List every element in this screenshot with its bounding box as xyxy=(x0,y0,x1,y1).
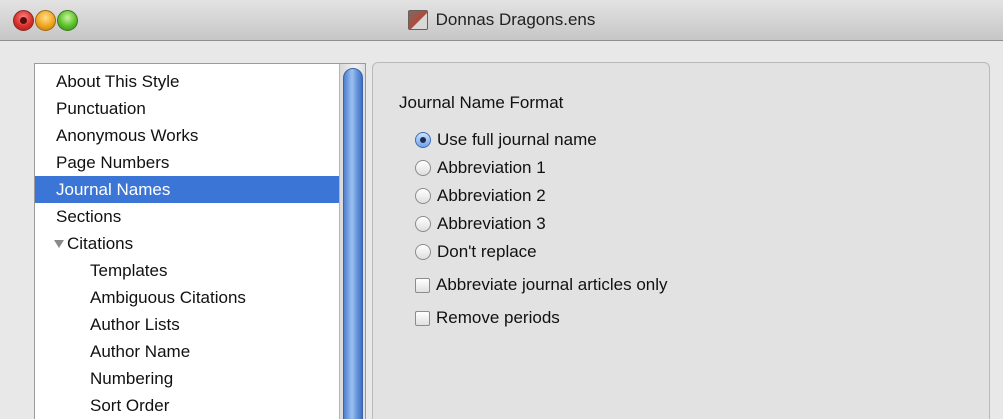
sidebar-item-anonymous-works[interactable]: Anonymous Works xyxy=(35,122,339,149)
radio-abbreviation-2[interactable]: Abbreviation 2 xyxy=(415,183,546,209)
sidebar-item-label: Ambiguous Citations xyxy=(90,288,246,307)
sidebar-item-label: Journal Names xyxy=(56,180,171,199)
disclosure-triangle-icon[interactable] xyxy=(54,239,64,248)
style-sections-list[interactable]: About This Style Punctuation Anonymous W… xyxy=(34,63,366,419)
radio-abbreviation-3[interactable]: Abbreviation 3 xyxy=(415,211,546,237)
radio-button-icon[interactable] xyxy=(415,188,431,204)
sidebar-item-label: Punctuation xyxy=(56,99,146,118)
sidebar-item-author-name[interactable]: Author Name xyxy=(35,338,339,365)
radio-label[interactable]: Abbreviation 2 xyxy=(437,186,546,206)
sidebar-item-label: Page Numbers xyxy=(56,153,170,172)
sidebar-item-label: Citations xyxy=(67,234,134,253)
sidebar-item-about-this-style[interactable]: About This Style xyxy=(35,68,339,95)
checkbox-label[interactable]: Abbreviate journal articles only xyxy=(436,275,668,295)
sidebar-scrollbar[interactable] xyxy=(339,64,365,419)
radio-button-icon[interactable] xyxy=(415,132,431,148)
journal-name-format-heading: Journal Name Format xyxy=(399,93,564,112)
document-icon xyxy=(407,10,428,30)
scrollbar-thumb[interactable] xyxy=(343,68,363,419)
checkbox-label[interactable]: Remove periods xyxy=(436,308,560,328)
radio-label[interactable]: Abbreviation 1 xyxy=(437,158,546,178)
title-bar: Donnas Dragons.ens xyxy=(0,0,1003,41)
radio-button-icon[interactable] xyxy=(415,160,431,176)
sidebar-item-page-numbers[interactable]: Page Numbers xyxy=(35,149,339,176)
radio-button-icon[interactable] xyxy=(415,244,431,260)
window-title: Donnas Dragons.ens xyxy=(435,10,596,29)
sidebar-item-ambiguous-citations[interactable]: Ambiguous Citations xyxy=(35,284,339,311)
sidebar-item-label: Sections xyxy=(56,207,122,226)
radio-label[interactable]: Abbreviation 3 xyxy=(437,214,546,234)
checkbox-icon[interactable] xyxy=(415,277,430,293)
sidebar-item-label: Author Name xyxy=(90,342,191,361)
sidebar-item-punctuation[interactable]: Punctuation xyxy=(35,95,339,122)
sidebar-item-sort-order[interactable]: Sort Order xyxy=(35,392,339,419)
journal-names-settings-panel: Journal Name Format Use full journal nam… xyxy=(372,62,990,419)
checkbox-icon[interactable] xyxy=(415,310,430,326)
radio-label[interactable]: Don't replace xyxy=(437,242,537,262)
radio-use-full-journal-name[interactable]: Use full journal name xyxy=(415,127,597,153)
sidebar-item-sections[interactable]: Sections xyxy=(35,203,339,230)
sidebar-item-label: Sort Order xyxy=(90,396,170,415)
checkbox-abbreviate-journal-articles-only[interactable]: Abbreviate journal articles only xyxy=(415,272,668,298)
sidebar-item-label: About This Style xyxy=(56,72,180,91)
radio-dont-replace[interactable]: Don't replace xyxy=(415,239,537,265)
radio-label[interactable]: Use full journal name xyxy=(437,130,597,150)
sidebar-item-citations[interactable]: Citations xyxy=(35,230,339,257)
sidebar-item-author-lists[interactable]: Author Lists xyxy=(35,311,339,338)
sidebar-item-journal-names[interactable]: Journal Names xyxy=(35,176,339,203)
sidebar-item-numbering[interactable]: Numbering xyxy=(35,365,339,392)
checkbox-remove-periods[interactable]: Remove periods xyxy=(415,305,560,331)
radio-button-icon[interactable] xyxy=(415,216,431,232)
sidebar-item-label: Author Lists xyxy=(90,315,180,334)
sidebar-item-label: Templates xyxy=(90,261,168,280)
sidebar-item-label: Numbering xyxy=(90,369,174,388)
radio-abbreviation-1[interactable]: Abbreviation 1 xyxy=(415,155,546,181)
sidebar-item-templates[interactable]: Templates xyxy=(35,257,339,284)
sidebar-item-label: Anonymous Works xyxy=(56,126,199,145)
window-title-area: Donnas Dragons.ens xyxy=(0,0,1003,40)
